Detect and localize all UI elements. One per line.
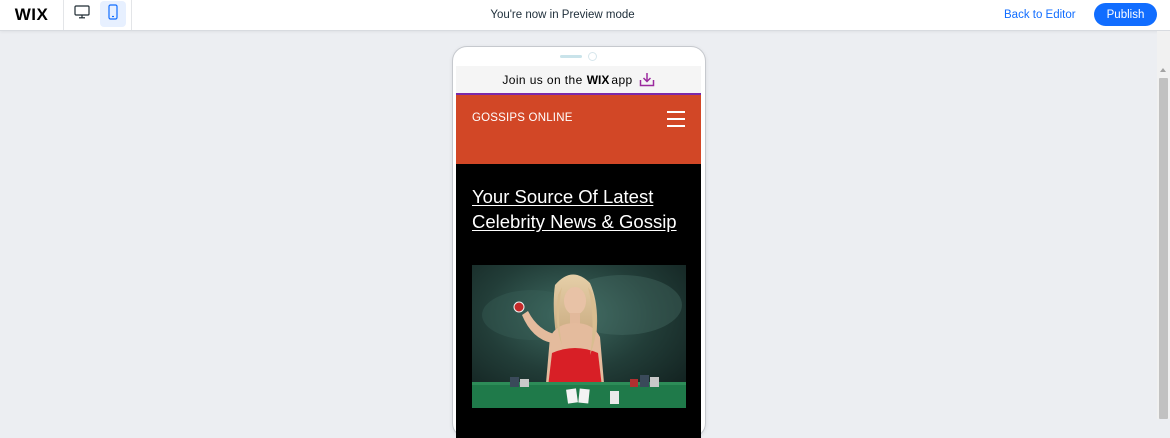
scroll-up-arrow-icon[interactable] — [1160, 68, 1166, 72]
hero-headline[interactable]: Your Source Of Latest Celebrity News & G… — [472, 184, 694, 234]
site-name[interactable]: GOSSIPS ONLINE — [472, 112, 573, 124]
site-header: GOSSIPS ONLINE — [456, 95, 701, 164]
phone-camera — [588, 52, 597, 61]
headline-line-1: Your Source Of Latest — [472, 186, 654, 207]
scrollbar-thumb[interactable] — [1159, 78, 1168, 419]
wix-app-banner[interactable]: Join us on the WIX app — [456, 66, 701, 95]
hamburger-menu-icon[interactable] — [667, 110, 685, 128]
back-to-editor-link[interactable]: Back to Editor — [1004, 0, 1076, 30]
mobile-device-frame: Join us on the WIX app GOSSIPS ONLINE Yo… — [452, 46, 706, 438]
app-banner-brand: WIX — [586, 72, 610, 87]
download-icon[interactable] — [639, 72, 655, 87]
app-banner-prefix: Join us on the — [502, 72, 583, 87]
phone-speaker — [560, 55, 582, 58]
hero-section: Your Source Of Latest Celebrity News & G… — [456, 164, 701, 438]
preview-mode-label: You're now in Preview mode — [490, 9, 635, 21]
publish-button[interactable]: Publish — [1094, 3, 1157, 26]
headline-line-2: Celebrity News & Gossip — [472, 211, 677, 232]
woman-at-poker-table-photo — [472, 265, 686, 408]
app-banner-suffix: app — [611, 72, 633, 87]
mobile-screen: Join us on the WIX app GOSSIPS ONLINE Yo… — [456, 66, 701, 438]
preview-toolbar: WIX You're now in Preview mode Back to E… — [0, 0, 1170, 31]
